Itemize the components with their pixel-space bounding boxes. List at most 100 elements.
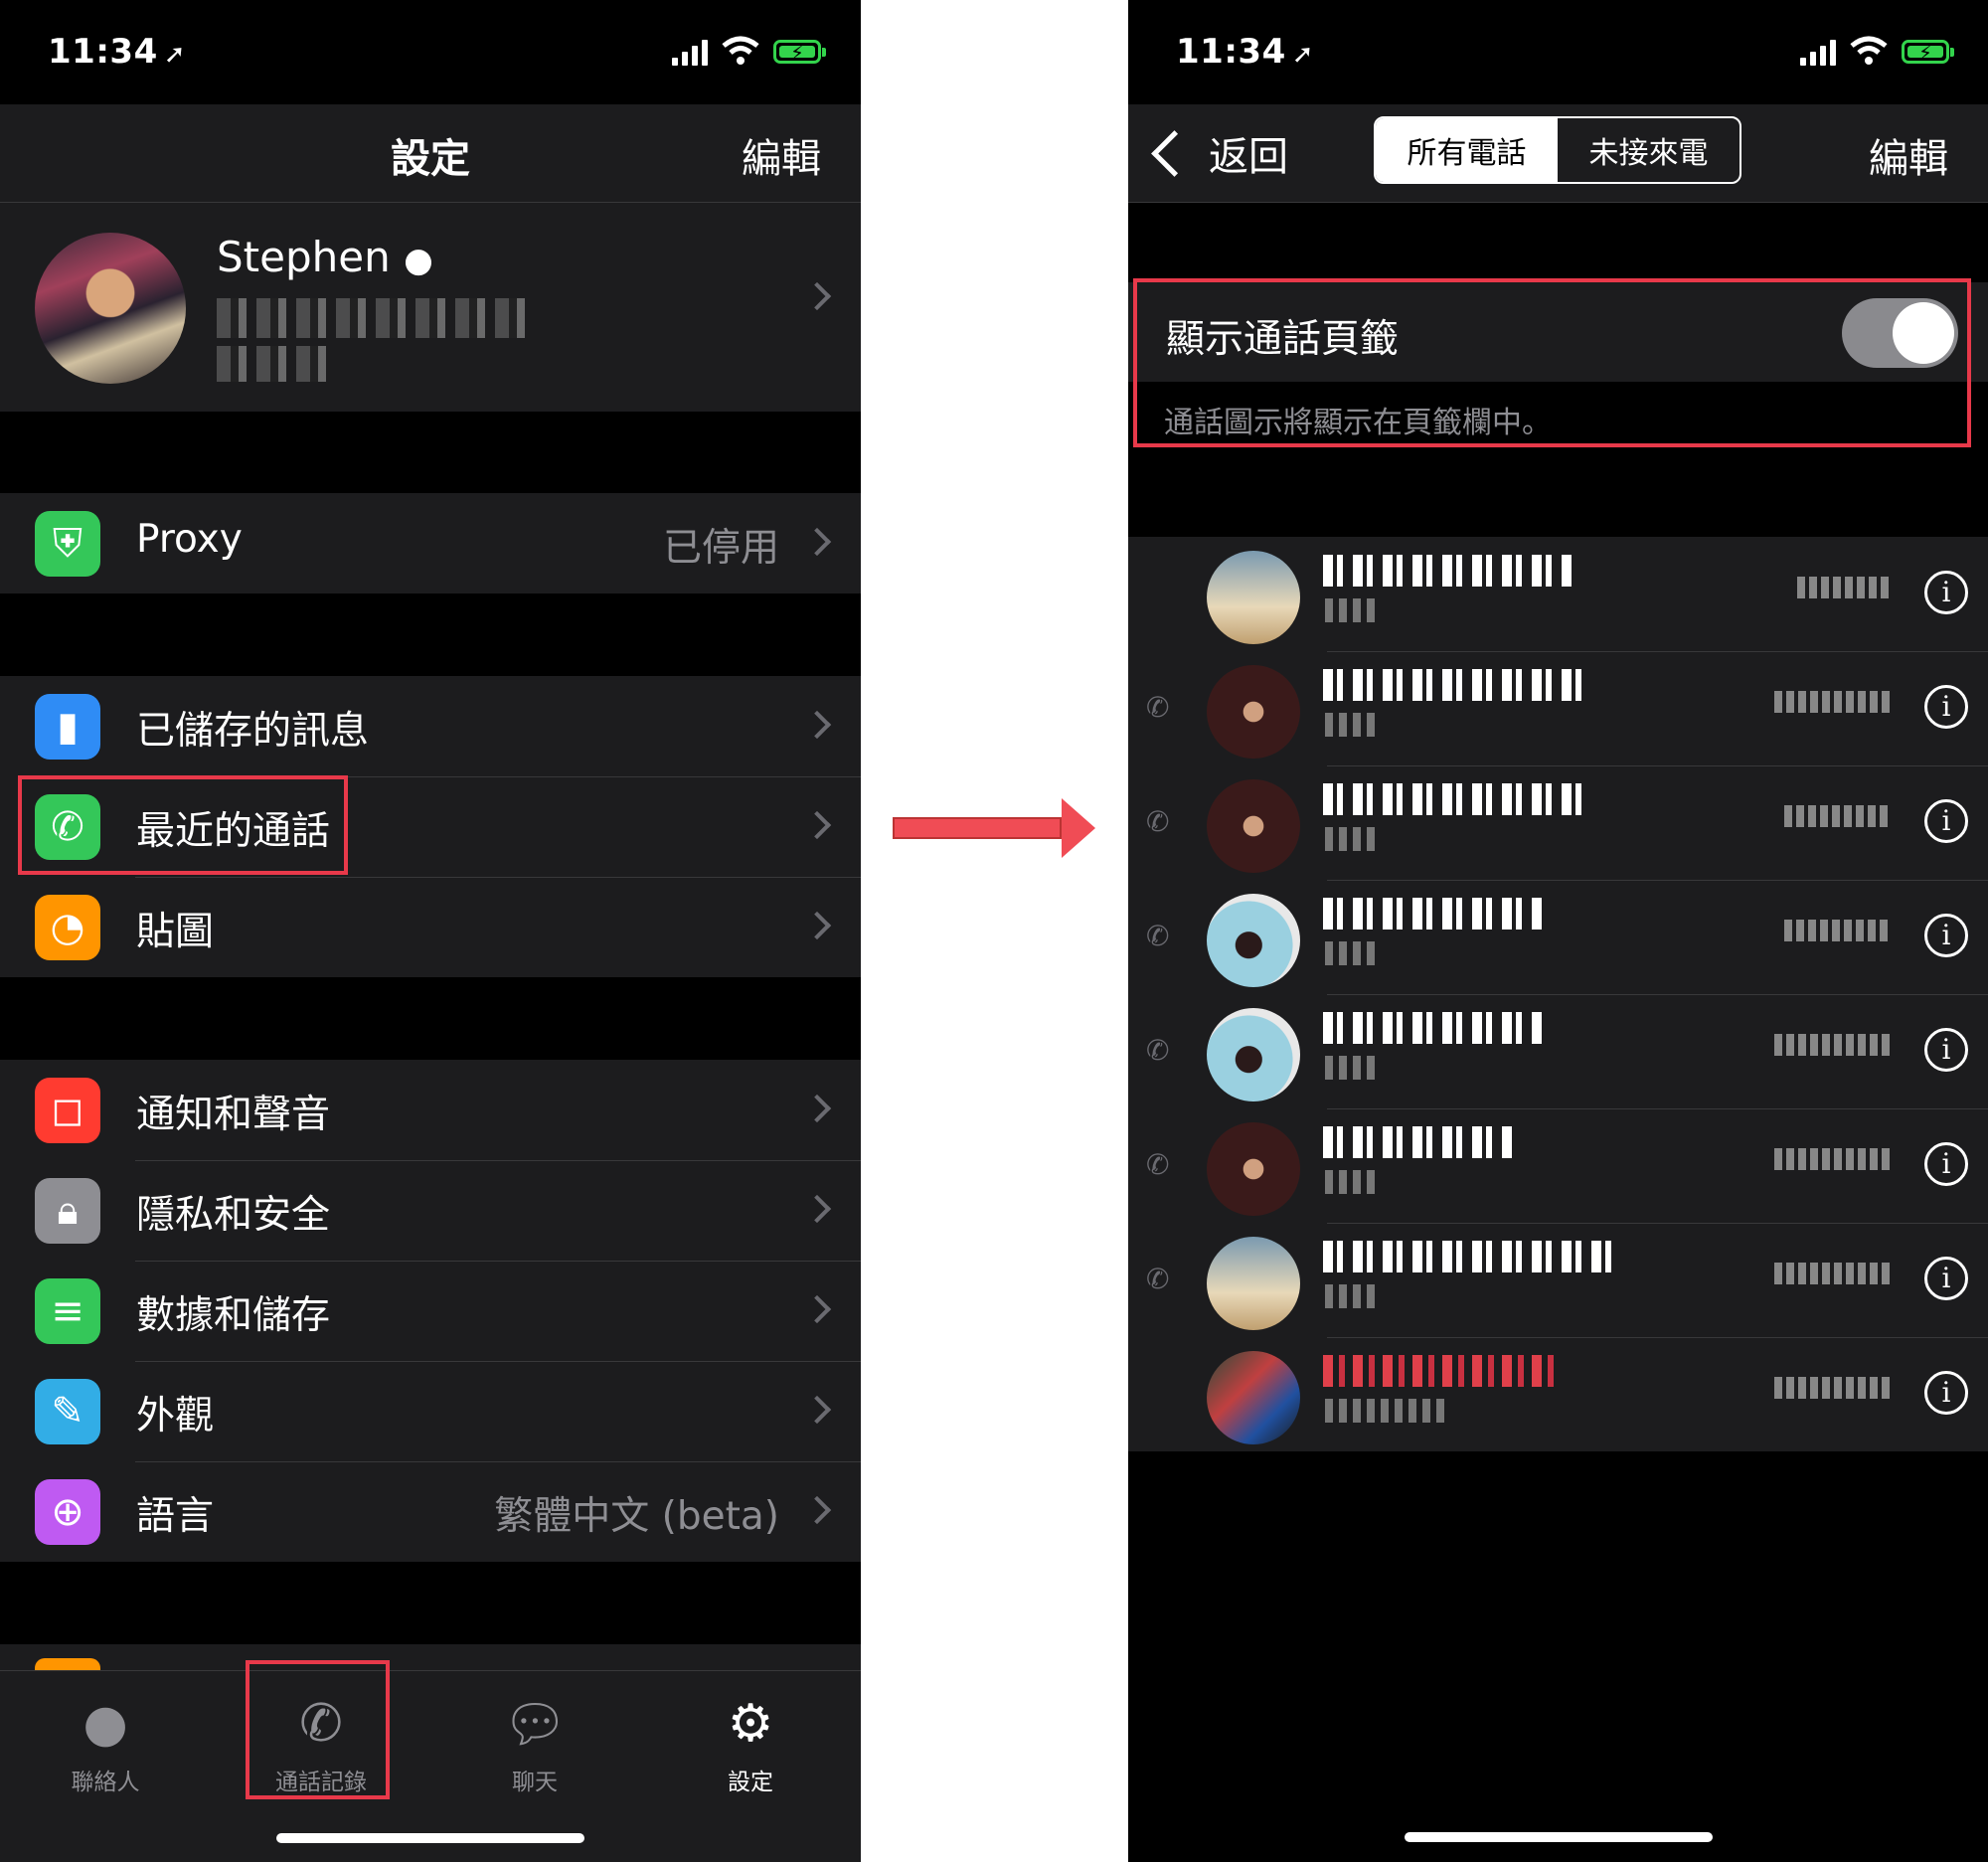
edit-button[interactable]: 編輯 [1869, 126, 1948, 184]
info-icon[interactable]: i [1924, 1257, 1968, 1300]
call-row[interactable]: ✆ i [1128, 765, 1988, 880]
brush-icon: ✎ [35, 1379, 100, 1444]
info-icon[interactable]: i [1924, 571, 1968, 614]
row-label: 數據和儲存 [136, 1293, 331, 1338]
call-row[interactable]: i [1128, 1337, 1988, 1451]
proxy-label: Proxy [136, 517, 243, 562]
avatar [1207, 1237, 1300, 1330]
redacted-contact-name [1323, 783, 1581, 815]
chevron-right-icon [802, 1294, 832, 1324]
segment-all-calls[interactable]: 所有電話 [1376, 118, 1558, 182]
redacted-call-type [1325, 1170, 1381, 1194]
nav-bar: 返回 所有電話 未接來電 編輯 [1128, 104, 1988, 203]
chat-bubbles-icon: 💬︎ [501, 1694, 568, 1755]
signal-icon [672, 38, 708, 66]
battery-icon: ⚡ [773, 40, 826, 65]
call-row[interactable]: i [1128, 537, 1988, 651]
battery-icon: ⚡ [1902, 40, 1954, 65]
chevron-right-icon [802, 1094, 832, 1123]
gear-icon: ⚙ [727, 1694, 774, 1754]
partial-row [0, 1644, 861, 1670]
saved-messages-row[interactable]: ▮ 已儲存的訊息 [0, 676, 861, 776]
redacted-contact-name [1323, 1355, 1562, 1387]
tab-settings[interactable]: ⚙ 設定 [671, 1691, 830, 1796]
profile-row[interactable]: Stephen ● [0, 203, 861, 412]
outgoing-call-icon: ✆ [1146, 920, 1170, 952]
avatar [35, 233, 186, 384]
redacted-call-time [1784, 805, 1892, 827]
arrow-right-icon [1062, 798, 1095, 858]
call-row[interactable]: ✆ i [1128, 651, 1988, 765]
location-icon: ➚ [1291, 40, 1315, 70]
redacted-call-type [1325, 1399, 1444, 1423]
redacted-contact-name [1323, 555, 1572, 587]
chevron-left-icon [1151, 129, 1198, 177]
redacted-phone [217, 298, 525, 338]
info-icon[interactable]: i [1924, 685, 1968, 729]
info-icon[interactable]: i [1924, 914, 1968, 957]
lock-icon: 🔒︎ [35, 1178, 100, 1244]
calls-screen: 11:34 ➚ ⚡ 返回 所有電話 未接來電 編輯 顯示通話頁籤 通話圖示將顯示在… [1128, 0, 1988, 1862]
appearance-row[interactable]: ✎ 外觀 [0, 1361, 861, 1461]
info-icon[interactable]: i [1924, 799, 1968, 843]
redacted-call-time [1774, 1263, 1892, 1284]
chevron-right-icon [802, 710, 832, 740]
back-button[interactable]: 返回 [1146, 124, 1288, 182]
stickers-row[interactable]: ◔ 貼圖 [0, 877, 861, 977]
page-title: 設定 [391, 136, 470, 182]
call-row[interactable]: ✆ i [1128, 1223, 1988, 1337]
chevron-right-icon [802, 1395, 832, 1425]
notifications-row[interactable]: ◻ 通知和聲音 [0, 1060, 861, 1160]
bookmark-icon: ▮ [35, 694, 100, 760]
redacted-call-type [1325, 827, 1381, 851]
outgoing-call-icon: ✆ [1146, 1034, 1170, 1067]
tab-contacts[interactable]: ● 聯絡人 [26, 1691, 185, 1796]
edit-button[interactable]: 編輯 [742, 126, 821, 184]
info-icon[interactable]: i [1924, 1028, 1968, 1072]
row-label: 通知和聲音 [136, 1093, 331, 1137]
info-icon[interactable]: i [1924, 1371, 1968, 1415]
chevron-right-icon [802, 527, 832, 557]
preferences-group: ◻ 通知和聲音 🔒︎ 隱私和安全 ≡ 數據和儲存 ✎ 外觀 ⊕ 語言 繁體中文 … [0, 1060, 861, 1562]
call-row[interactable]: ✆ i [1128, 994, 1988, 1108]
segmented-control: 所有電話 未接來電 [1374, 116, 1741, 184]
privacy-row[interactable]: 🔒︎ 隱私和安全 [0, 1160, 861, 1261]
highlight-box [246, 1660, 390, 1799]
redacted-call-time [1774, 1377, 1892, 1399]
call-row[interactable]: ✆ i [1128, 880, 1988, 994]
outgoing-call-icon: ✆ [1146, 691, 1170, 724]
outgoing-call-icon: ✆ [1146, 805, 1170, 838]
status-time: 11:34 ➚ [48, 32, 187, 72]
redacted-contact-name [1323, 669, 1581, 701]
chevron-right-icon [802, 810, 832, 840]
row-label: 已儲存的訊息 [136, 709, 370, 754]
location-icon: ➚ [163, 40, 187, 70]
redacted-call-type [1325, 1284, 1381, 1308]
avatar [1207, 665, 1300, 759]
language-row[interactable]: ⊕ 語言 繁體中文 (beta) [0, 1461, 861, 1562]
redacted-contact-name [1323, 1126, 1512, 1158]
home-indicator [1404, 1832, 1713, 1842]
tab-bar: ● 聯絡人 ✆ 通話記錄 💬︎ 聊天 ⚙ 設定 [0, 1670, 861, 1862]
proxy-group: ⛨ Proxy 已停用 [0, 493, 861, 593]
tab-chats[interactable]: 💬︎ 聊天 [455, 1691, 614, 1796]
avatar [1207, 1122, 1300, 1216]
shield-icon: ⛨ [35, 511, 100, 577]
call-list: i ✆ i ✆ i ✆ i ✆ i ✆ i ✆ i i [1128, 537, 1988, 1451]
call-row[interactable]: ✆ i [1128, 1108, 1988, 1223]
row-label: 貼圖 [136, 910, 215, 954]
proxy-row[interactable]: ⛨ Proxy 已停用 [0, 493, 861, 593]
avatar [1207, 1351, 1300, 1444]
outgoing-call-icon: ✆ [1146, 1263, 1170, 1295]
data-storage-row[interactable]: ≡ 數據和儲存 [0, 1261, 861, 1361]
globe-icon: ⊕ [35, 1479, 100, 1545]
segment-missed-calls[interactable]: 未接來電 [1558, 118, 1740, 182]
info-icon[interactable]: i [1924, 1142, 1968, 1186]
redacted-call-type [1325, 941, 1381, 965]
chevron-right-icon [802, 911, 832, 940]
language-value: 繁體中文 (beta) [494, 1494, 779, 1539]
redacted-call-time [1774, 691, 1892, 713]
sticker-icon: ◔ [35, 895, 100, 960]
home-indicator [276, 1833, 584, 1843]
proxy-value: 已停用 [662, 526, 779, 571]
